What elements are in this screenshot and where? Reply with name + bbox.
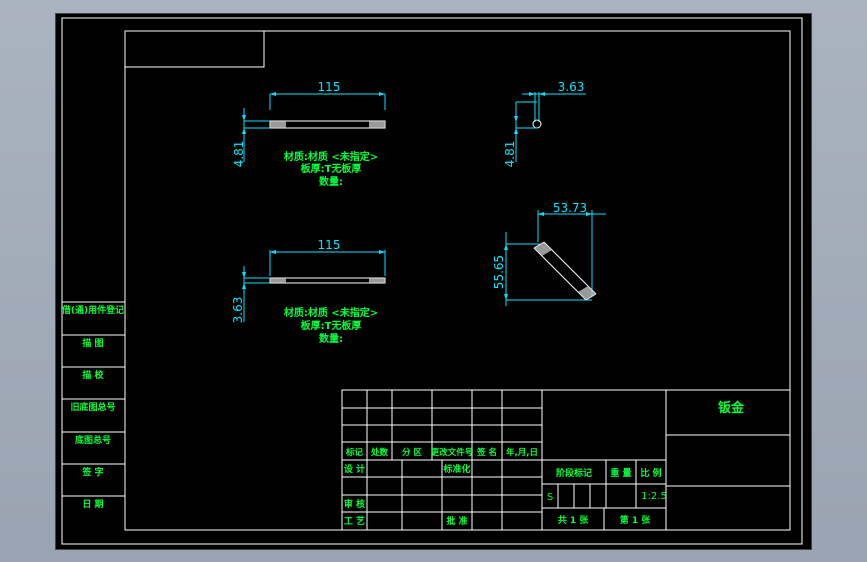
dim-width-br: 53.73 — [553, 201, 587, 215]
dim-width-tr: 3.63 — [558, 80, 585, 94]
tb-part-name: 钣金 — [718, 400, 745, 416]
note-material-bl: 材质:材质 <未指定> — [284, 306, 378, 319]
dim-width-tl: 115 — [318, 80, 341, 94]
side-label-5: 签 字 — [81, 466, 103, 478]
dim-thickness-tl: 4.81 — [232, 141, 246, 168]
tb-process: 工 艺 — [344, 515, 365, 527]
note-thickness-tl: 板厚:T无板厚 — [301, 162, 362, 175]
tb-scale-label: 比 例 — [640, 467, 661, 479]
tb-header-change-doc: 更改文件号 — [431, 447, 474, 458]
tb-header-date: 年,月,日 — [506, 447, 538, 458]
tb-header-signature: 签 名 — [476, 447, 497, 458]
tb-approve: 批 准 — [446, 515, 467, 527]
side-label-4: 底图总号 — [75, 434, 111, 446]
side-strip — [62, 301, 125, 497]
dim-width-bl: 115 — [318, 238, 341, 252]
side-label-6: 日 期 — [82, 498, 103, 510]
dim-height-br: 55.65 — [492, 255, 506, 289]
tb-header-count: 处数 — [370, 447, 389, 458]
tb-weight: 重 量 — [610, 467, 631, 479]
part-strip — [269, 277, 386, 284]
part-end-circle — [532, 119, 542, 129]
side-label-2: 描 校 — [82, 369, 104, 381]
view-top-right — [514, 92, 586, 162]
side-label-0: 借(通)用件登记 — [61, 304, 124, 316]
outer-frame — [61, 17, 803, 545]
tb-sheets-total: 共 1 张 — [558, 514, 590, 526]
note-quantity-bl: 数量: — [319, 332, 343, 345]
note-material-tl: 材质:材质 <未指定> — [284, 150, 378, 163]
corner-box — [124, 30, 265, 68]
tb-design: 设 计 — [344, 463, 365, 475]
side-label-3: 旧底图总号 — [70, 401, 115, 413]
drawing-sheet: 借(通)用件登记 描 图 描 校 旧底图总号 底图总号 签 字 日 期 115 … — [55, 13, 812, 550]
part-strip — [269, 120, 386, 129]
tb-stage-value: S — [547, 492, 553, 503]
side-label-1: 描 图 — [82, 337, 103, 349]
tb-stage-mark: 阶段标记 — [556, 467, 592, 479]
dim-thickness-bl: 3.63 — [231, 297, 245, 324]
tb-sheet-no: 第 1 张 — [620, 514, 652, 526]
cad-drawing: 借(通)用件登记 描 图 描 校 旧底图总号 底图总号 签 字 日 期 115 … — [61, 17, 803, 545]
note-quantity-tl: 数量: — [319, 175, 343, 188]
note-thickness-bl: 板厚:T无板厚 — [301, 319, 362, 332]
tb-standardization: 标准化 — [442, 463, 470, 475]
tb-header-zone: 分 区 — [402, 447, 422, 458]
tb-review: 审 核 — [344, 498, 365, 510]
dim-thickness-tr: 4.81 — [503, 141, 517, 168]
view-bottom-right — [504, 210, 606, 306]
tb-header-mark: 标记 — [345, 447, 364, 458]
tb-scale-value: 1:2.5 — [641, 491, 667, 502]
